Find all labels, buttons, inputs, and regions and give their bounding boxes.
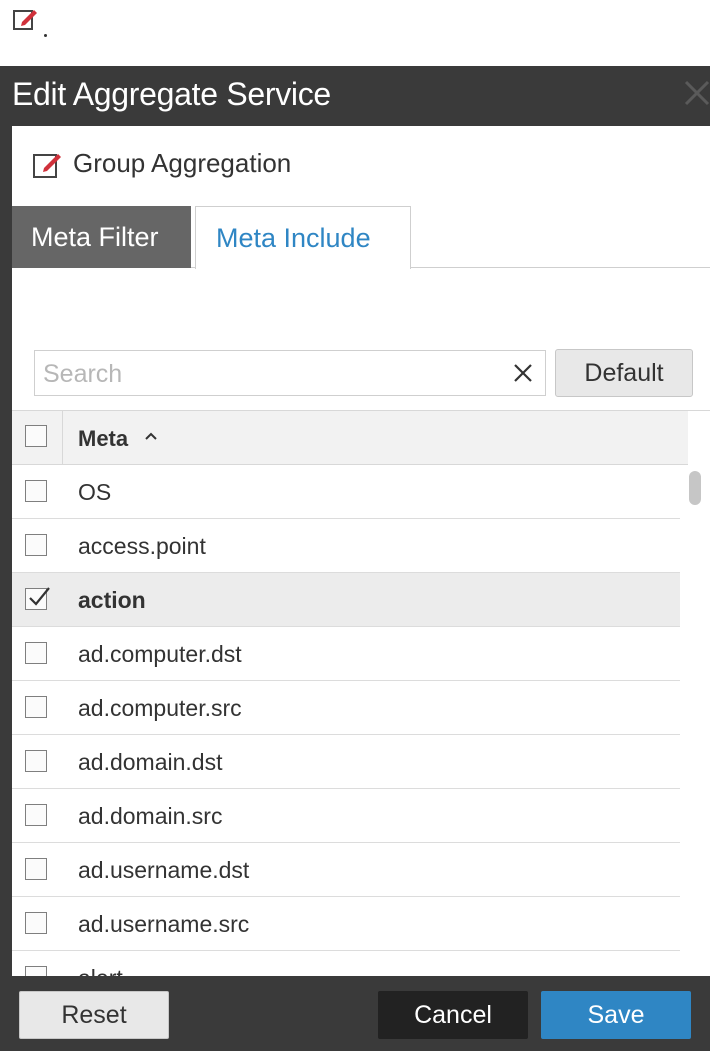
row-label: OS (78, 479, 112, 505)
edit-icon (13, 10, 37, 30)
table-rows: OS access.point action ad.computer.dst ad.co… (12, 465, 680, 976)
edit-icon (33, 154, 61, 178)
dialog-footer: Reset Cancel Save (0, 976, 710, 1051)
dialog-content: Group Aggregation Meta Filter Meta Inclu… (12, 126, 710, 976)
dialog-title: Edit Aggregate Service (12, 76, 331, 112)
scrollbar-thumb[interactable] (689, 471, 701, 505)
table-header: Meta (12, 411, 688, 465)
table-row[interactable]: access.point (12, 519, 680, 573)
row-label: ad.username.dst (78, 857, 250, 883)
table-row[interactable]: OS (12, 465, 680, 519)
cancel-button[interactable]: Cancel (378, 991, 528, 1039)
tab-meta-filter[interactable]: Meta Filter (12, 206, 191, 268)
table-row[interactable]: ad.domain.dst (12, 735, 680, 789)
table-row[interactable]: ad.username.dst (12, 843, 680, 897)
tab-meta-include[interactable]: Meta Include (195, 206, 411, 269)
row-checkbox[interactable] (25, 912, 47, 934)
table-row[interactable]: ad.computer.dst (12, 627, 680, 681)
reset-button[interactable]: Reset (19, 991, 169, 1039)
row-checkbox[interactable] (25, 966, 47, 976)
search-input[interactable] (41, 351, 505, 397)
check-icon (29, 587, 50, 606)
dialog-titlebar: Edit Aggregate Service (0, 66, 710, 126)
close-icon[interactable] (680, 76, 710, 110)
row-checkbox[interactable] (25, 858, 47, 880)
table-row[interactable]: ad.username.src (12, 897, 680, 951)
group-aggregation-row: Group Aggregation (12, 126, 710, 206)
table-row[interactable]: ad.computer.src (12, 681, 680, 735)
table-row[interactable]: action (12, 573, 680, 627)
row-label: action (78, 587, 146, 613)
row-checkbox[interactable] (25, 696, 47, 718)
column-divider (62, 411, 63, 464)
clear-icon[interactable] (511, 361, 535, 385)
row-label: ad.domain.dst (78, 749, 223, 775)
table-row[interactable]: alert (12, 951, 680, 976)
dot-decoration (44, 34, 47, 37)
default-button[interactable]: Default (555, 349, 693, 397)
meta-column-header[interactable]: Meta (78, 426, 128, 452)
row-checkbox[interactable] (25, 804, 47, 826)
row-checkbox[interactable] (25, 534, 47, 556)
row-checkbox[interactable] (25, 750, 47, 772)
row-label: access.point (78, 533, 206, 559)
save-button[interactable]: Save (541, 991, 691, 1039)
edit-aggregate-service-dialog: Edit Aggregate Service Group Aggregation… (0, 66, 710, 1051)
sort-asc-icon[interactable] (143, 430, 159, 442)
row-checkbox[interactable] (25, 642, 47, 664)
group-aggregation-label: Group Aggregation (73, 148, 292, 178)
row-label: ad.domain.src (78, 803, 223, 829)
search-box (34, 350, 546, 397)
scrollbar-track[interactable] (680, 465, 710, 976)
row-label: alert (78, 965, 123, 976)
row-checkbox[interactable] (25, 480, 47, 502)
meta-table: Meta OS access.point action ad.computer.dst… (12, 410, 710, 976)
row-label: ad.username.src (78, 911, 250, 937)
row-label: ad.computer.dst (78, 641, 242, 667)
table-row[interactable]: ad.domain.src (12, 789, 680, 843)
row-label: ad.computer.src (78, 695, 242, 721)
select-all-checkbox[interactable] (25, 425, 47, 447)
row-checkbox[interactable] (25, 587, 50, 610)
